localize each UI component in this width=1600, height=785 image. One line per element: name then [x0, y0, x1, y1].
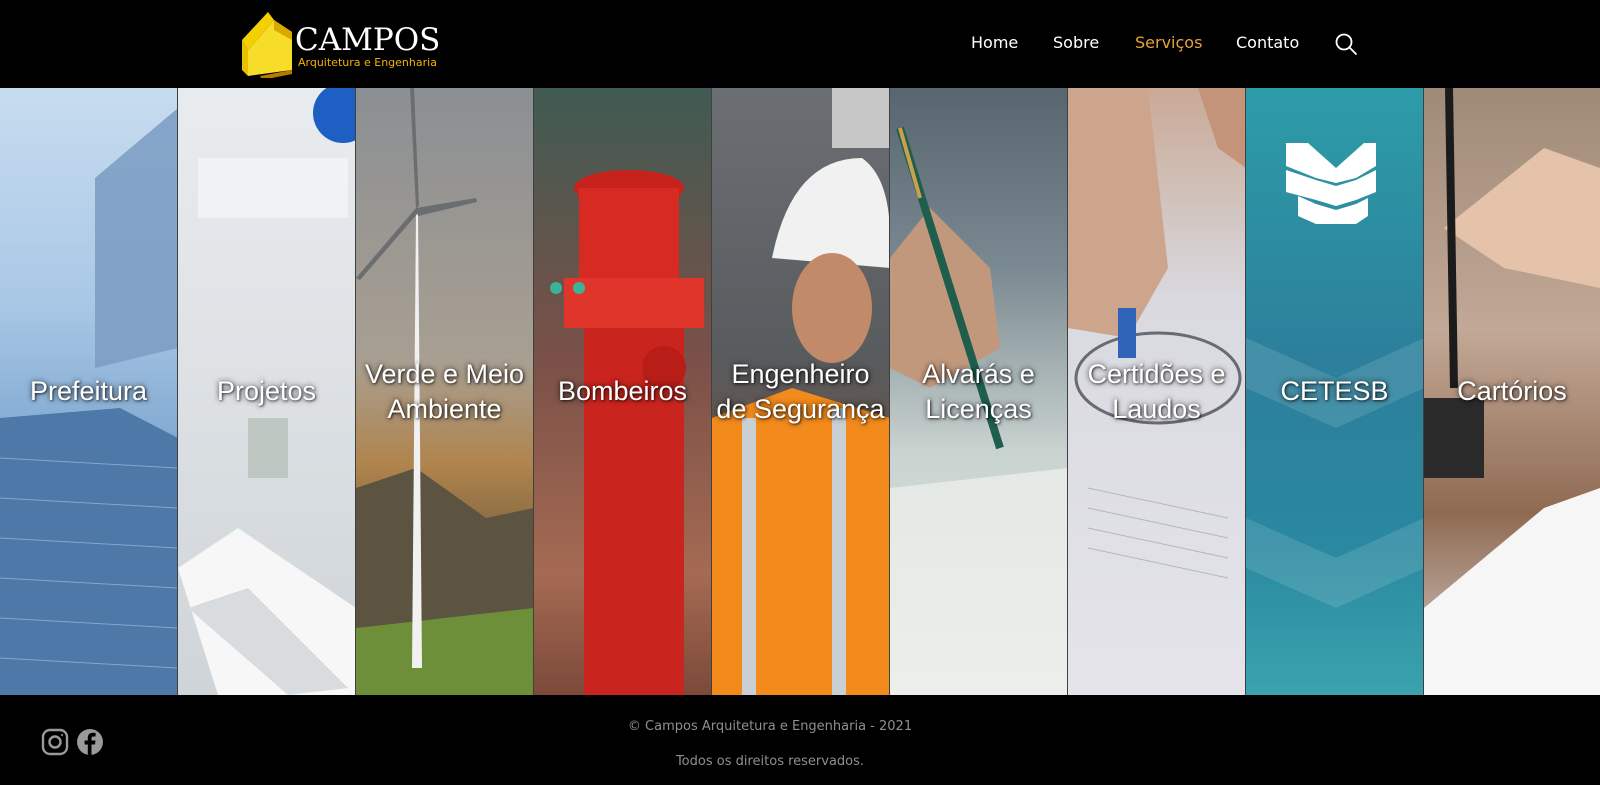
service-label: CETESB [1280, 376, 1389, 406]
nav-sobre[interactable]: Sobre [1053, 33, 1099, 53]
nav-home[interactable]: Home [971, 33, 1018, 53]
main-nav: Home Sobre Serviços Contato [0, 0, 1600, 88]
service-panel-prefeitura[interactable]: Prefeitura [0, 88, 178, 695]
service-panel-certidoes[interactable]: Certidões e Laudos [1068, 88, 1246, 695]
service-label: Alvarás e Licenças [922, 358, 1035, 424]
nav-servicos[interactable]: Serviços [1135, 33, 1202, 53]
search-icon[interactable] [1334, 32, 1358, 56]
nav-contato[interactable]: Contato [1236, 33, 1299, 53]
service-panel-bombeiros[interactable]: Bombeiros [534, 88, 712, 695]
service-panel-cetesb[interactable]: CETESB [1246, 88, 1424, 695]
service-label: Bombeiros [557, 376, 688, 406]
services-gallery: Prefeitura Projetos Verde e Meio Ambient… [0, 88, 1600, 695]
rights-text: Todos os direitos reservados. [675, 754, 865, 769]
copyright-text: © Campos Arquitetura e Engenharia - 2021 [627, 719, 913, 734]
service-panel-cartorios[interactable]: Cartórios [1424, 88, 1600, 695]
service-panel-engenheiro[interactable]: Engenheiro de Segurança [712, 88, 890, 695]
service-panel-verde[interactable]: Verde e Meio Ambiente [356, 88, 534, 695]
service-panel-projetos[interactable]: Projetos [178, 88, 356, 695]
service-label: Engenheiro de Segurança [716, 358, 885, 424]
service-label: Prefeitura [29, 376, 148, 406]
site-footer: © Campos Arquitetura e Engenharia - 2021… [0, 695, 1600, 785]
site-header: CAMPOS Arquitetura e Engenharia Home Sob… [0, 0, 1600, 88]
service-label: Verde e Meio Ambiente [364, 358, 525, 424]
service-label: Certidões e Laudos [1087, 358, 1226, 424]
service-panel-alvaras[interactable]: Alvarás e Licenças [890, 88, 1068, 695]
service-label: Cartórios [1457, 376, 1567, 406]
service-label: Projetos [216, 376, 317, 406]
